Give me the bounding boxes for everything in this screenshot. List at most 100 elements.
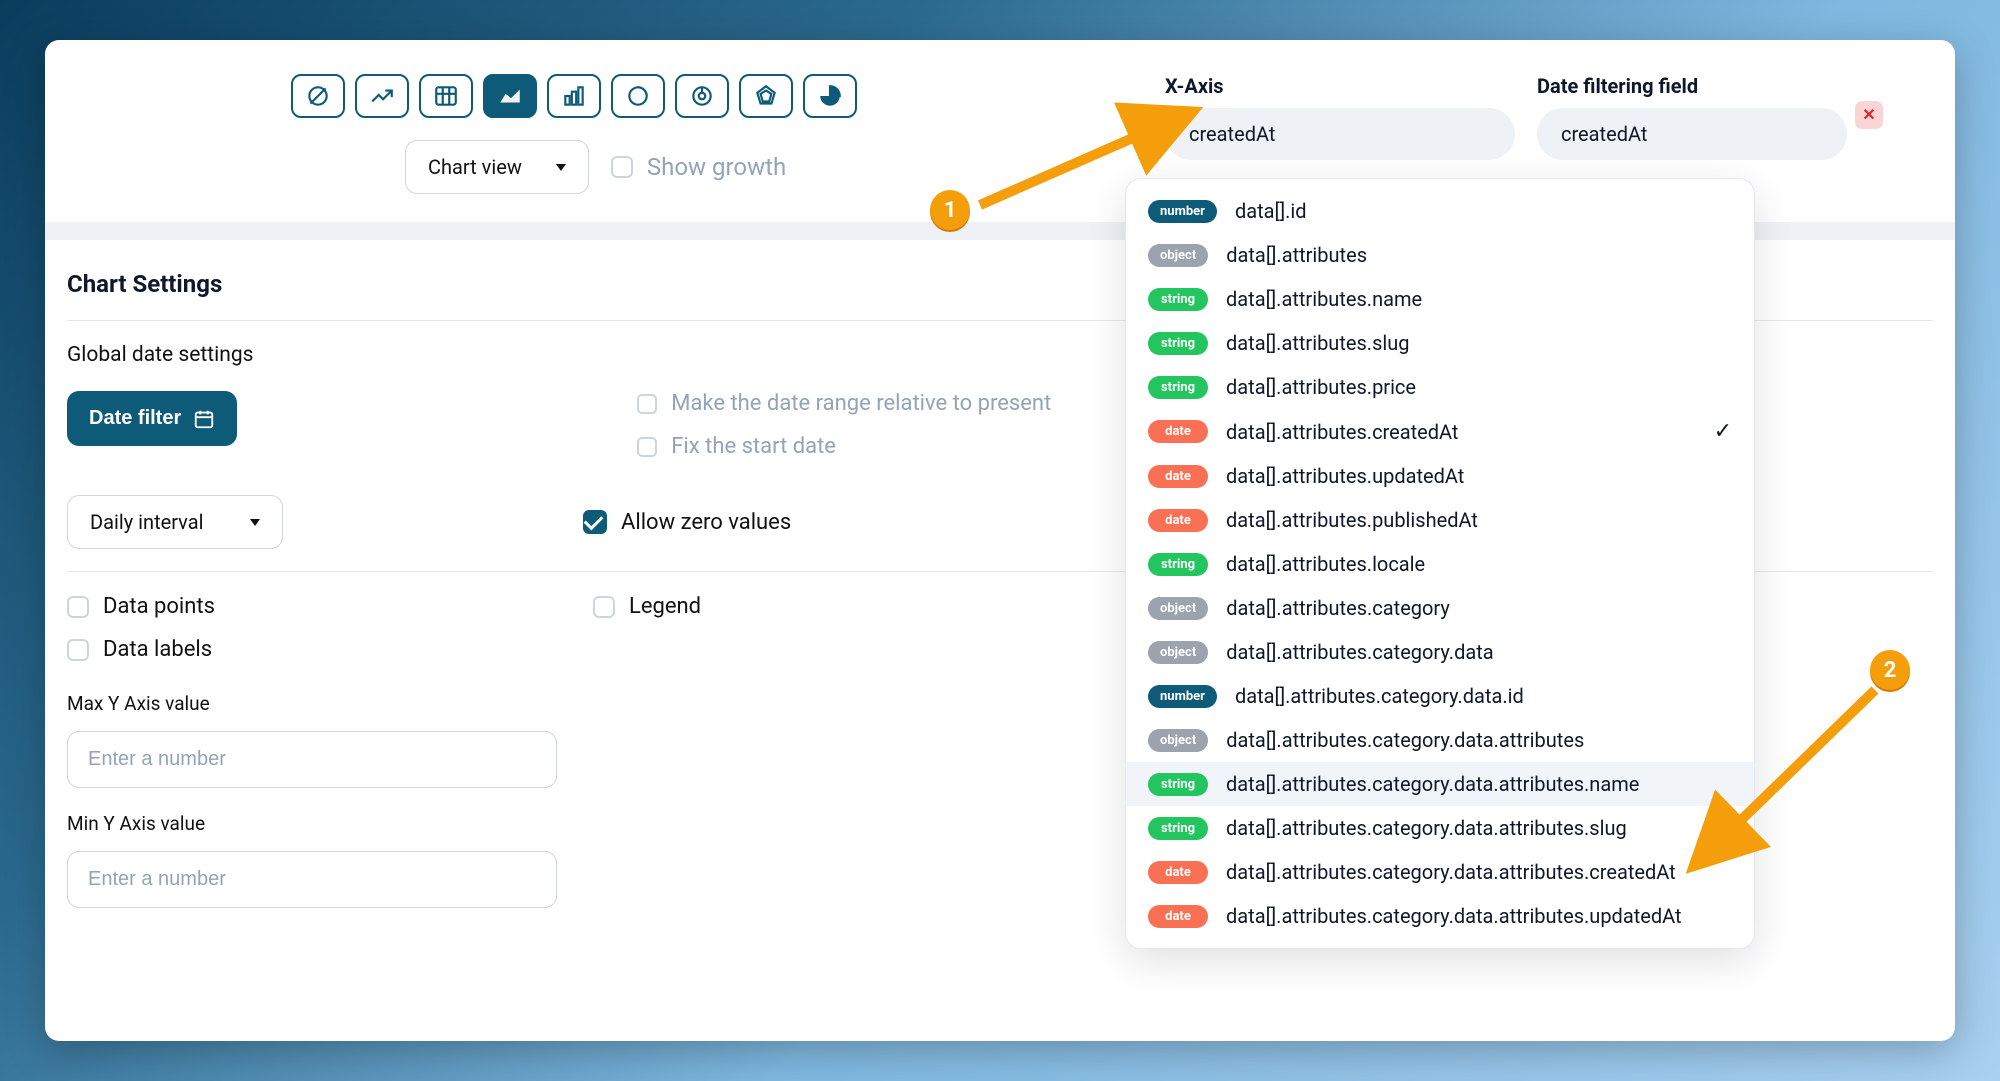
dropdown-item[interactable]: date data[].attributes.updatedAt xyxy=(1126,454,1754,498)
table-icon xyxy=(433,83,459,109)
chart-type-table[interactable] xyxy=(419,74,473,118)
allow-zero-option[interactable]: Allow zero values xyxy=(583,510,791,535)
options-col-left: Data points Data labels xyxy=(67,594,215,662)
fix-start-option[interactable]: Fix the start date xyxy=(637,434,1051,459)
type-badge: string xyxy=(1148,553,1208,576)
show-growth-option[interactable]: Show growth xyxy=(611,153,786,181)
dropdown-item-path: data[].attributes.price xyxy=(1226,375,1416,399)
dropdown-item-path: data[].attributes.category.data.id xyxy=(1235,684,1524,708)
min-y-input[interactable] xyxy=(67,851,557,908)
chart-type-line[interactable] xyxy=(355,74,409,118)
legend-option[interactable]: Legend xyxy=(593,594,701,619)
radar-chart-icon xyxy=(753,83,779,109)
data-points-option[interactable]: Data points xyxy=(67,594,215,619)
datefilter-field-wrap: Date filtering field createdAt ✕ xyxy=(1537,74,1883,160)
dropdown-item-path: data[].attributes.category.data.attribut… xyxy=(1226,816,1627,840)
date-filter-button[interactable]: Date filter xyxy=(67,391,237,446)
dropdown-item-path: data[].attributes xyxy=(1226,243,1367,267)
line-chart-icon xyxy=(369,83,395,109)
dropdown-item[interactable]: objectdata[].attributes.category.data.at… xyxy=(1126,718,1754,762)
dropdown-item[interactable]: objectdata[].attributes.category xyxy=(1126,586,1754,630)
data-points-label: Data points xyxy=(103,594,215,619)
interval-select[interactable]: Daily interval xyxy=(67,495,283,549)
show-growth-label: Show growth xyxy=(647,153,786,181)
datefilter-label: Date filtering field xyxy=(1537,74,1847,98)
dropdown-item[interactable]: string data[].attributes.price xyxy=(1126,365,1754,409)
type-badge: object xyxy=(1148,244,1208,267)
type-badge: date xyxy=(1148,465,1208,488)
arrow-1-icon xyxy=(970,90,1220,220)
xaxis-dropdown[interactable]: numberdata[].idobjectdata[].attributesst… xyxy=(1125,178,1755,949)
fix-start-label: Fix the start date xyxy=(671,434,836,459)
datefilter-value: createdAt xyxy=(1561,122,1647,146)
empty-set-icon xyxy=(305,83,331,109)
checkbox-checked-icon xyxy=(583,510,607,534)
check-icon: ✓ xyxy=(1714,419,1732,444)
dropdown-item-path: data[].attributes.name xyxy=(1226,287,1422,311)
chart-view-label: Chart view xyxy=(428,155,522,179)
type-badge: object xyxy=(1148,641,1208,664)
relative-range-label: Make the date range relative to present xyxy=(671,391,1051,416)
type-badge: date xyxy=(1148,905,1208,928)
checkbox-empty-icon xyxy=(637,437,657,457)
type-badge: string xyxy=(1148,773,1208,796)
dropdown-item[interactable]: object data[].attributes.category.data xyxy=(1126,630,1754,674)
callout-2: 2 xyxy=(1870,650,1910,690)
dropdown-item[interactable]: string data[].attributes.category.data.at… xyxy=(1126,806,1754,850)
dropdown-item-path: data[].id xyxy=(1235,199,1307,223)
data-labels-label: Data labels xyxy=(103,637,212,662)
allow-zero-label: Allow zero values xyxy=(621,510,791,535)
dropdown-item[interactable]: string data[].attributes.locale xyxy=(1126,542,1754,586)
dropdown-item[interactable]: numberdata[].id xyxy=(1126,189,1754,233)
type-badge: string xyxy=(1148,817,1208,840)
dropdown-item-path: data[].attributes.category.data xyxy=(1226,640,1493,664)
checkbox-empty-icon xyxy=(593,596,615,618)
dropdown-item-path: data[].attributes.category.data.attribut… xyxy=(1226,904,1682,928)
pie-chart-icon xyxy=(817,83,843,109)
dropdown-item-path: data[].attributes.updatedAt xyxy=(1226,464,1464,488)
chart-type-bar[interactable] xyxy=(547,74,601,118)
interval-label: Daily interval xyxy=(90,510,203,534)
dropdown-item-path: data[].attributes.slug xyxy=(1226,331,1410,355)
dropdown-item[interactable]: object data[].attributes xyxy=(1126,233,1754,277)
checkbox-empty-icon xyxy=(637,394,657,414)
caret-down-icon xyxy=(250,519,260,526)
chart-type-donut[interactable] xyxy=(611,74,665,118)
donut-chart-icon xyxy=(625,83,651,109)
dropdown-item-path: data[].attributes.category.data.attribut… xyxy=(1226,860,1676,884)
checkbox-empty-icon xyxy=(611,156,633,178)
max-y-input[interactable] xyxy=(67,731,557,788)
options-col-right: Legend xyxy=(275,594,701,662)
gauge-icon xyxy=(689,83,715,109)
chart-type-area[interactable] xyxy=(483,74,537,118)
date-options-column: Make the date range relative to present … xyxy=(297,391,1051,459)
chart-view-select[interactable]: Chart view xyxy=(405,140,589,194)
datefilter-input[interactable]: createdAt xyxy=(1537,108,1847,160)
checkbox-empty-icon xyxy=(67,639,89,661)
dropdown-item-path: data[].attributes.locale xyxy=(1226,552,1425,576)
dropdown-item[interactable]: number data[].attributes.category.data.id xyxy=(1126,674,1754,718)
caret-down-icon xyxy=(556,164,566,171)
chart-type-none[interactable] xyxy=(291,74,345,118)
dropdown-item[interactable]: datedata[].attributes.publishedAt xyxy=(1126,498,1754,542)
data-labels-option[interactable]: Data labels xyxy=(67,637,215,662)
dropdown-item[interactable]: string data[].attributes.category.data.at… xyxy=(1126,762,1754,806)
dropdown-item[interactable]: date data[].attributes.category.data.attr… xyxy=(1126,894,1754,938)
bar-chart-icon xyxy=(561,83,587,109)
chart-type-gauge[interactable] xyxy=(675,74,729,118)
relative-range-option[interactable]: Make the date range relative to present xyxy=(637,391,1051,416)
dropdown-item[interactable]: stringdata[].attributes.slug xyxy=(1126,321,1754,365)
dropdown-item[interactable]: datedata[].attributes.createdAt✓ xyxy=(1126,409,1754,454)
type-badge: number xyxy=(1148,685,1217,708)
dropdown-item[interactable]: stringdata[].attributes.name xyxy=(1126,277,1754,321)
close-icon: ✕ xyxy=(1862,105,1875,125)
chart-type-radar[interactable] xyxy=(739,74,793,118)
type-badge: string xyxy=(1148,376,1208,399)
dropdown-item-path: data[].attributes.category.data.attribut… xyxy=(1226,772,1639,796)
type-badge: object xyxy=(1148,729,1208,752)
area-chart-icon xyxy=(497,83,523,109)
chart-type-pie[interactable] xyxy=(803,74,857,118)
dropdown-item-path: data[].attributes.publishedAt xyxy=(1226,508,1478,532)
clear-datefilter-button[interactable]: ✕ xyxy=(1855,101,1883,129)
dropdown-item[interactable]: datedata[].attributes.category.data.attr… xyxy=(1126,850,1754,894)
